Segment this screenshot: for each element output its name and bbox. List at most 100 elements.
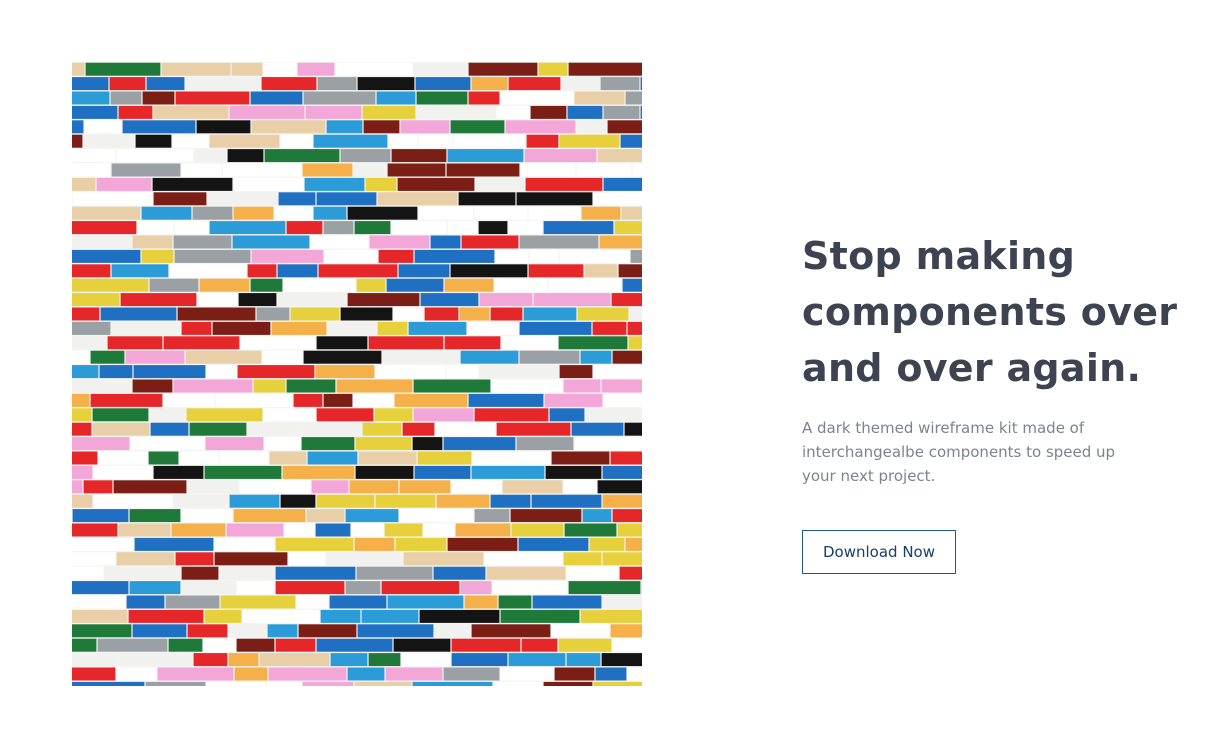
brick [116,552,175,566]
brick [267,624,298,638]
brick [496,422,571,436]
brick [72,206,141,220]
brick [574,437,642,451]
brick [175,552,214,566]
brick [236,581,275,595]
brick [72,105,118,119]
brick [357,624,434,638]
brick [611,293,642,307]
brick [387,595,464,609]
brick [90,350,125,364]
brick [391,221,447,235]
brick [419,609,500,623]
brick [443,667,500,681]
brick [72,465,93,479]
brick [152,177,233,191]
brick [519,321,592,335]
brick [233,177,304,191]
brick [549,408,585,422]
download-now-button[interactable]: Download Now [802,530,956,574]
brick [468,393,544,407]
brick [403,552,484,566]
brick [327,321,377,335]
brick [612,350,642,364]
brick [563,379,601,393]
brick [500,667,554,681]
brick [283,278,356,292]
brick [311,480,349,494]
brick [459,307,490,321]
brick [568,581,641,595]
brick [72,422,92,436]
brick [72,336,107,350]
brick [236,638,275,652]
brick [430,235,461,249]
brick [72,437,130,451]
brick [132,379,173,393]
brick [219,451,269,465]
brick [358,451,417,465]
brick [335,62,413,76]
brick [617,523,642,537]
brick [558,336,628,350]
brick [451,638,521,652]
brick [464,595,498,609]
brick [229,494,280,508]
brick [142,91,175,105]
brick [126,595,165,609]
brick [196,120,251,134]
brick [580,609,642,623]
brick [519,235,599,249]
brick [72,552,116,566]
brick [275,581,345,595]
brick [251,120,326,134]
brick [471,465,545,479]
brick [446,365,479,379]
brick [471,77,508,91]
brick [173,235,232,249]
brick [153,465,204,479]
brick [518,537,589,551]
brick [320,609,361,623]
brick [528,264,584,278]
brick [593,681,642,686]
brick [524,149,597,163]
brick [589,537,625,551]
brick [468,62,538,76]
brick [453,134,526,148]
brick [323,221,354,235]
brick [197,293,238,307]
brick [83,134,135,148]
brick [250,91,303,105]
brick [492,581,568,595]
brick [129,581,181,595]
brick [220,595,296,609]
brick [551,624,610,638]
brick [237,365,315,379]
brick [122,120,196,134]
brick [508,653,566,667]
brick [206,365,237,379]
brick [447,221,478,235]
brick [413,379,491,393]
brick [310,235,369,249]
brick [204,609,242,623]
brick [510,509,582,523]
brick [612,638,642,652]
brick [624,422,642,436]
brick [574,91,625,105]
brick [301,437,355,451]
brick [313,206,347,220]
brick [125,350,185,364]
brick [576,120,607,134]
brick [577,307,629,321]
brick [602,494,642,508]
brick [508,77,561,91]
brick [494,278,548,292]
brick [378,249,414,263]
brick [493,681,543,686]
brick [187,480,239,494]
brick [259,653,330,667]
brick [362,422,402,436]
brick [174,221,209,235]
